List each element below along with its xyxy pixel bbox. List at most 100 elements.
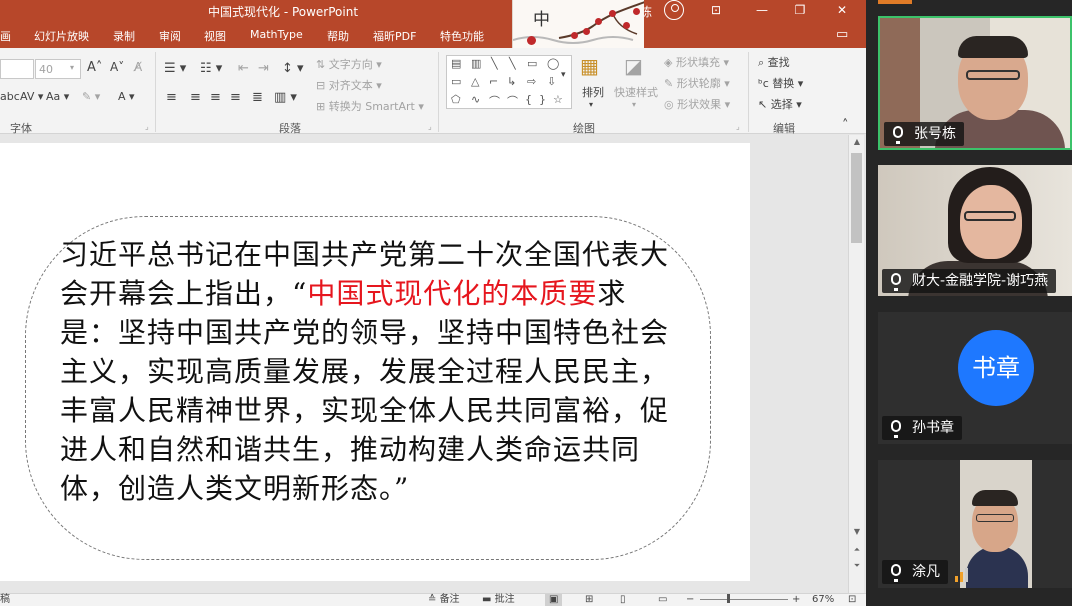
increase-indent-icon[interactable]: ⇥ <box>258 61 269 76</box>
arrow-down-shape-icon[interactable]: ⇩ <box>547 75 556 88</box>
notes-button[interactable]: ≙ 备注 <box>428 594 460 606</box>
zoom-in-icon[interactable]: + <box>792 594 800 606</box>
normal-view-icon[interactable]: ▣ <box>545 594 563 606</box>
tab-design[interactable]: 画 <box>0 28 11 44</box>
align-text-button[interactable]: ⊟ 对齐文本 ▾ <box>316 77 382 93</box>
vertical-textbox-shape-icon[interactable]: ▥ <box>471 57 481 70</box>
font-color-icon[interactable]: A ▾ <box>118 90 135 103</box>
replace-button[interactable]: ᵇc 替换 ▾ <box>758 75 803 91</box>
star-shape-icon[interactable]: ☆ <box>553 93 563 106</box>
align-right-icon[interactable]: ≡ <box>210 90 221 105</box>
quick-styles-icon[interactable]: ◪ <box>624 54 643 78</box>
drawing-dialog-launcher-icon[interactable]: ⌟ <box>736 122 740 131</box>
tab-help[interactable]: 帮助 <box>327 28 349 44</box>
font-name-input[interactable] <box>0 59 34 79</box>
collapse-ribbon-icon[interactable]: ˄ <box>842 118 849 133</box>
bullets-icon[interactable]: ☰ ▾ <box>164 61 186 76</box>
font-size-input[interactable]: 40 ▾ <box>35 59 81 79</box>
slide[interactable]: 习近平总书记在中国共产党第二十次全国代表大会开幕会上指出，“中国式现代化的本质要… <box>0 143 750 581</box>
fit-to-window-icon[interactable]: ⊡ <box>848 594 856 606</box>
arrow-right-shape-icon[interactable]: ⇨ <box>527 75 536 88</box>
rectangle-shape-icon[interactable]: ▭ <box>451 75 461 88</box>
shape-fill-button[interactable]: ◈ 形状填充 ▾ <box>664 54 729 70</box>
participant-tile[interactable]: 涂凡 <box>878 460 1072 588</box>
restore-icon[interactable]: ❐ <box>790 1 810 19</box>
character-spacing-icon[interactable]: AV ▾ <box>20 90 43 103</box>
align-left-icon[interactable]: ≡ <box>166 90 177 105</box>
reading-view-icon[interactable]: ▯ <box>620 594 626 606</box>
group-separator <box>748 52 749 132</box>
change-case-icon[interactable]: Aa ▾ <box>46 90 69 103</box>
line-spacing-icon[interactable]: ↕ ▾ <box>282 61 304 76</box>
close-icon[interactable]: ✕ <box>832 1 852 19</box>
scrollbar-thumb[interactable] <box>851 153 862 243</box>
grow-font-icon[interactable]: A˄ <box>87 60 102 75</box>
quick-styles-button[interactable]: 快速样式 <box>614 84 658 100</box>
elbow-connector-icon[interactable]: ⌐ <box>489 75 498 88</box>
tab-special-features[interactable]: 特色功能 <box>440 28 484 44</box>
quote-text[interactable]: 习近平总书记在中国共产党第二十次全国代表大会开幕会上指出，“中国式现代化的本质要… <box>60 235 670 508</box>
participant-tile[interactable]: 书章 孙书章 <box>878 312 1072 444</box>
comments-button[interactable]: ▬ 批注 <box>482 594 515 606</box>
text-direction-button[interactable]: ⇅ 文字方向 ▾ <box>316 56 382 72</box>
tab-slideshow[interactable]: 幻灯片放映 <box>34 28 89 44</box>
oval-shape-icon[interactable]: ◯ <box>547 57 559 70</box>
clear-formatting-icon[interactable]: A̸ <box>134 60 142 74</box>
ribbon-display-options-icon[interactable]: ⊡ <box>706 1 726 19</box>
vertical-scrollbar[interactable]: ▲ ▼ ⏶ ⏷ <box>848 135 864 593</box>
comments-icon[interactable]: ▭ <box>836 27 848 42</box>
participant-tile[interactable]: 张号栋 <box>878 16 1072 150</box>
arrange-button[interactable]: 排列 <box>582 84 604 100</box>
highlight-icon[interactable]: ✎ ▾ <box>82 90 100 103</box>
decrease-indent-icon[interactable]: ⇤ <box>238 61 249 76</box>
numbering-icon[interactable]: ☷ ▾ <box>200 61 222 76</box>
participant-tile[interactable]: 财大-金融学院-谢巧燕 <box>878 165 1072 296</box>
columns-icon[interactable]: ▥ ▾ <box>274 90 297 105</box>
previous-slide-icon[interactable]: ⏶ <box>852 545 862 555</box>
align-center-icon[interactable]: ≡ <box>190 90 201 105</box>
tab-mathtype[interactable]: MathType <box>250 28 303 41</box>
tab-view[interactable]: 视图 <box>204 28 226 44</box>
microphone-icon <box>891 273 901 291</box>
zoom-level[interactable]: 67% <box>812 594 834 606</box>
zoom-slider[interactable] <box>700 594 788 600</box>
shrink-font-icon[interactable]: A˅ <box>110 60 124 74</box>
minimize-icon[interactable]: — <box>752 1 772 19</box>
tab-review[interactable]: 审阅 <box>159 28 181 44</box>
slide-sorter-icon[interactable]: ⊞ <box>585 594 593 606</box>
select-button[interactable]: ↖ 选择 ▾ <box>758 96 802 112</box>
smartart-button[interactable]: ⊞ 转换为 SmartArt ▾ <box>316 98 424 114</box>
brace-shape-icon[interactable]: { <box>525 93 532 106</box>
strikethrough-icon[interactable]: abc <box>0 90 20 103</box>
zoom-out-icon[interactable]: − <box>686 594 694 606</box>
arc-shape-icon[interactable]: ⌒ <box>507 93 518 109</box>
zoom-slider-thumb[interactable] <box>727 594 730 603</box>
tab-foxit-pdf[interactable]: 福昕PDF <box>373 28 416 44</box>
curve-shape-icon[interactable]: ∿ <box>471 93 480 106</box>
rectangle-shape-icon[interactable]: ▭ <box>527 57 537 70</box>
pentagon-shape-icon[interactable]: ⬠ <box>451 93 461 106</box>
distributed-icon[interactable]: ≣ <box>252 90 263 105</box>
connector-icon[interactable]: ↳ <box>507 75 516 88</box>
paragraph-dialog-launcher-icon[interactable]: ⌟ <box>428 122 432 131</box>
shape-outline-button[interactable]: ✎ 形状轮廓 ▾ <box>664 75 730 91</box>
slideshow-view-icon[interactable]: ▭ <box>658 594 667 606</box>
scroll-down-icon[interactable]: ▼ <box>852 527 862 536</box>
account-avatar-icon[interactable] <box>664 0 684 20</box>
textbox-shape-icon[interactable]: ▤ <box>451 57 461 70</box>
scroll-up-icon[interactable]: ▲ <box>852 137 862 146</box>
triangle-shape-icon[interactable]: △ <box>471 75 479 88</box>
find-button[interactable]: ⌕ 查找 <box>758 54 790 70</box>
next-slide-icon[interactable]: ⏷ <box>852 561 862 571</box>
shapes-gallery-more-icon[interactable]: ▾ <box>561 70 566 80</box>
shapes-gallery[interactable]: ▤ ▥ ╲ ╲ ▭ ◯ ▭ △ ⌐ ↳ ⇨ ⇩ ⬠ ∿ ⌒ ⌒ { } ☆ <box>446 55 572 109</box>
arrange-icon[interactable]: ▦ <box>580 54 599 78</box>
brace-shape-icon[interactable]: } <box>539 93 546 106</box>
tab-record[interactable]: 录制 <box>113 28 135 44</box>
line-shape-icon[interactable]: ╲ <box>509 57 516 70</box>
justify-icon[interactable]: ≡ <box>230 90 241 105</box>
shape-effects-button[interactable]: ◎ 形状效果 ▾ <box>664 96 730 112</box>
line-shape-icon[interactable]: ╲ <box>491 57 498 70</box>
arc-shape-icon[interactable]: ⌒ <box>489 93 500 109</box>
font-dialog-launcher-icon[interactable]: ⌟ <box>145 122 149 131</box>
